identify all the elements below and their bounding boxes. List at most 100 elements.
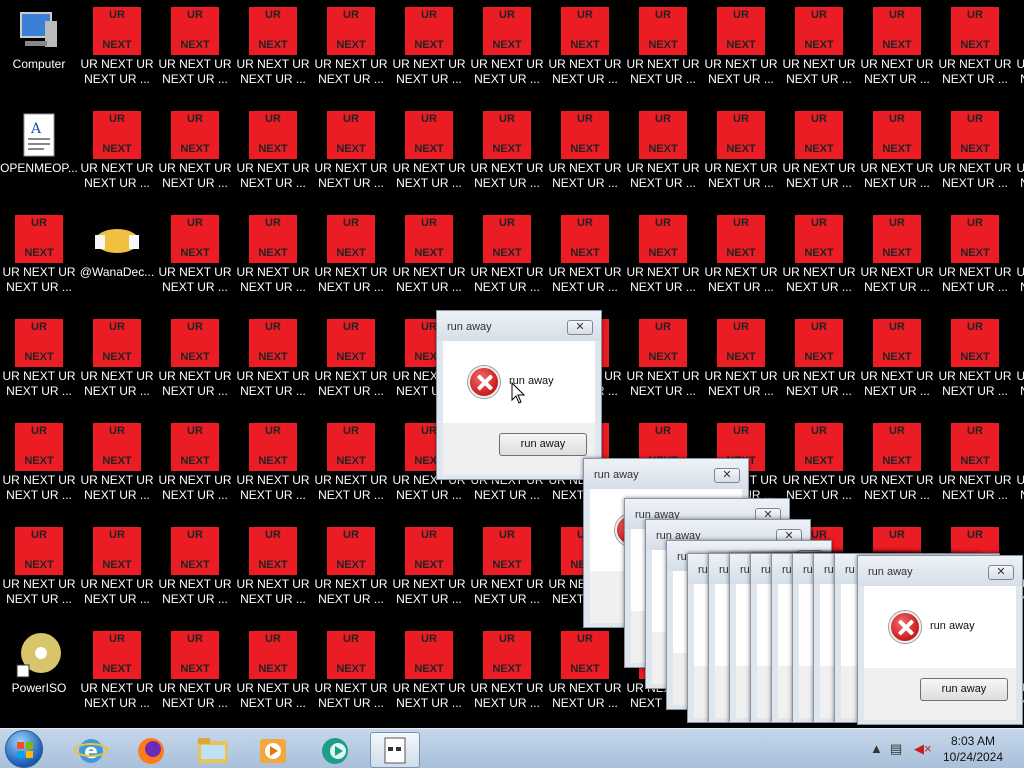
desktop-icon-ur-next[interactable]: URNEXTUR NEXT UR NEXT UR ... bbox=[156, 312, 234, 416]
run-away-button[interactable]: run away bbox=[499, 433, 587, 456]
desktop-icon-ur-next[interactable]: URNEXTUR NEXT UR NEXT UR ... bbox=[546, 624, 624, 728]
desktop-icon-ur-next[interactable]: URNEXTUR NEXT UR NEXT UR ... bbox=[624, 208, 702, 312]
desktop-icon-poweriso[interactable]: PowerISO bbox=[0, 624, 78, 728]
desktop-icon-ur-next[interactable]: URNEXTUR NEXT UR NEXT UR ... bbox=[702, 312, 780, 416]
desktop-icon-ur-next[interactable]: URNEXTUR NEXT UR NEXT UR ... bbox=[234, 520, 312, 624]
taskbar-active-window-button[interactable] bbox=[370, 732, 420, 768]
desktop-icon-ur-next[interactable]: URNEXTUR NEXT UR NEXT UR ... bbox=[78, 104, 156, 208]
desktop-icon-ur-next[interactable]: URNEXTUR NEXT UR NEXT UR ... bbox=[546, 104, 624, 208]
start-button[interactable] bbox=[5, 730, 43, 768]
desktop-icon-ur-next[interactable]: URNEXTUR NEXT UR NEXT UR ... bbox=[312, 0, 390, 104]
desktop-icon-ur-next[interactable]: URNEXTUR NEXT UR NEXT UR ... bbox=[156, 0, 234, 104]
desktop-icon-ur-next[interactable]: URNEXTUR NEXT UR NEXT UR ... bbox=[1014, 208, 1024, 312]
desktop-icon-ur-next[interactable]: URNEXTUR NEXT UR NEXT UR ... bbox=[858, 208, 936, 312]
desktop-icon-ur-next[interactable]: URNEXTUR NEXT UR NEXT UR ... bbox=[234, 0, 312, 104]
ur-next-icon: UR NEXT bbox=[405, 631, 453, 679]
system-clock[interactable]: 8:03 AM 10/24/2024 bbox=[938, 733, 1008, 765]
desktop-icon-ur-next[interactable]: URNEXTUR NEXT UR NEXT UR ... bbox=[156, 416, 234, 520]
dialog-title-bar[interactable]: run away ✕ bbox=[437, 311, 601, 341]
desktop-icon-ur-next[interactable]: URNEXTUR NEXT UR NEXT UR ... bbox=[780, 104, 858, 208]
desktop-icon-ur-next[interactable]: URNEXTUR NEXT UR NEXT UR ... bbox=[546, 208, 624, 312]
desktop-icon-wanadec[interactable]: @WanaDec... bbox=[78, 208, 156, 312]
desktop-icon-ur-next[interactable]: URNEXTUR NEXT UR NEXT UR ... bbox=[156, 208, 234, 312]
desktop-icon-ur-next[interactable]: URNEXTUR NEXT UR NEXT UR ... bbox=[468, 208, 546, 312]
desktop-icon-ur-next[interactable]: URNEXTUR NEXT UR NEXT UR ... bbox=[312, 520, 390, 624]
desktop-icon-ur-next[interactable]: URNEXTUR NEXT UR NEXT UR ... bbox=[936, 0, 1014, 104]
desktop-icon-ur-next[interactable]: URNEXTUR NEXT UR NEXT UR ... bbox=[156, 624, 234, 728]
desktop-icon-ur-next[interactable]: URNEXTUR NEXT UR NEXT UR ... bbox=[546, 0, 624, 104]
taskbar-firefox-button[interactable] bbox=[126, 732, 176, 768]
taskbar-media-button[interactable] bbox=[248, 732, 298, 768]
desktop-icon-ur-next[interactable]: URNEXTUR NEXT UR NEXT UR ... bbox=[624, 104, 702, 208]
desktop-icon-ur-next[interactable]: URNEXTUR NEXT UR NEXT UR ... bbox=[312, 104, 390, 208]
desktop-icon-ur-next[interactable]: URNEXTUR NEXT UR NEXT UR ... bbox=[0, 416, 78, 520]
desktop-icon-ur-next[interactable]: URNEXTUR NEXT UR NEXT UR ... bbox=[702, 104, 780, 208]
desktop-icon-ur-next[interactable]: URNEXTUR NEXT UR NEXT UR ... bbox=[78, 520, 156, 624]
desktop-icon-ur-next[interactable]: URNEXTUR NEXT UR NEXT UR ... bbox=[1014, 0, 1024, 104]
desktop-icon-ur-next[interactable]: URNEXTUR NEXT UR NEXT UR ... bbox=[234, 104, 312, 208]
desktop-icon-ur-next[interactable]: URNEXTUR NEXT UR NEXT UR ... bbox=[780, 312, 858, 416]
desktop-icon-ur-next[interactable]: URNEXTUR NEXT UR NEXT UR ... bbox=[702, 208, 780, 312]
desktop-icon-ur-next[interactable]: URNEXTUR NEXT UR NEXT UR ... bbox=[312, 624, 390, 728]
close-icon[interactable]: ✕ bbox=[567, 320, 593, 335]
desktop-icon-ur-next[interactable]: URNEXTUR NEXT UR NEXT UR ... bbox=[234, 208, 312, 312]
desktop-icon-ur-next[interactable]: URNEXTUR NEXT UR NEXT UR ... bbox=[780, 208, 858, 312]
desktop-icon-ur-next[interactable]: URNEXTUR NEXT UR NEXT UR ... bbox=[624, 0, 702, 104]
desktop-icon-ur-next[interactable]: URNEXTUR NEXT UR NEXT UR ... bbox=[624, 312, 702, 416]
taskbar-explorer-button[interactable] bbox=[188, 732, 238, 768]
desktop-icon-ur-next[interactable]: URNEXTUR NEXT UR NEXT UR ... bbox=[468, 0, 546, 104]
desktop-icon-ur-next[interactable]: URNEXTUR NEXT UR NEXT UR ... bbox=[390, 104, 468, 208]
ur-next-icon-top-text: UR bbox=[889, 113, 905, 125]
desktop-icon-ur-next[interactable]: URNEXTUR NEXT UR NEXT UR ... bbox=[468, 624, 546, 728]
desktop-icon-ur-next[interactable]: URNEXTUR NEXT UR NEXT UR ... bbox=[936, 208, 1014, 312]
desktop-icon-ur-next[interactable]: URNEXTUR NEXT UR NEXT UR ... bbox=[468, 104, 546, 208]
desktop-icon-ur-next[interactable]: URNEXTUR NEXT UR NEXT UR ... bbox=[390, 624, 468, 728]
desktop-icon-ur-next[interactable]: URNEXTUR NEXT UR NEXT UR ... bbox=[702, 0, 780, 104]
desktop-icon-ur-next[interactable]: URNEXTUR NEXT UR NEXT UR ... bbox=[780, 0, 858, 104]
desktop-icon-ur-next[interactable]: URNEXTUR NEXT UR NEXT UR ... bbox=[390, 208, 468, 312]
desktop-icon-ur-next[interactable]: URNEXTUR NEXT UR NEXT UR ... bbox=[156, 104, 234, 208]
network-icon[interactable]: ▤ bbox=[890, 741, 902, 757]
dialog-title-bar[interactable]: run away ✕ bbox=[584, 459, 748, 489]
run-away-dialog[interactable]: run away ✕ run away run away bbox=[857, 555, 1023, 725]
taskbar-ie-button[interactable]: e bbox=[66, 732, 116, 768]
close-icon[interactable]: ✕ bbox=[714, 468, 740, 483]
desktop-icon-ur-next[interactable]: URNEXTUR NEXT UR NEXT UR ... bbox=[78, 624, 156, 728]
desktop-icon-ur-next[interactable]: URNEXTUR NEXT UR NEXT UR ... bbox=[936, 416, 1014, 520]
desktop-icon-ur-next[interactable]: URNEXTUR NEXT UR NEXT UR ... bbox=[78, 312, 156, 416]
show-hidden-icons-icon[interactable]: ▲ bbox=[870, 741, 883, 756]
desktop-icon-ur-next[interactable]: URNEXTUR NEXT UR NEXT UR ... bbox=[312, 208, 390, 312]
desktop-icon-ur-next[interactable]: URNEXTUR NEXT UR NEXT UR ... bbox=[858, 416, 936, 520]
desktop-icon-computer[interactable]: Computer bbox=[0, 0, 78, 104]
close-icon[interactable]: ✕ bbox=[988, 565, 1014, 580]
desktop-icon-ur-next[interactable]: URNEXTUR NEXT UR NEXT UR ... bbox=[390, 0, 468, 104]
desktop-icon-ur-next[interactable]: URNEXTUR NEXT UR NEXT UR ... bbox=[1014, 312, 1024, 416]
desktop-icon-ur-next[interactable]: URNEXTUR NEXT UR NEXT UR ... bbox=[0, 208, 78, 312]
desktop-icon-ur-next[interactable]: URNEXTUR NEXT UR NEXT UR ... bbox=[936, 312, 1014, 416]
run-away-button[interactable]: run away bbox=[920, 678, 1008, 701]
desktop-icon-ur-next[interactable]: URNEXTUR NEXT UR NEXT UR ... bbox=[1014, 416, 1024, 520]
desktop-icon-ur-next[interactable]: URNEXTUR NEXT UR NEXT UR ... bbox=[78, 416, 156, 520]
desktop-icon-ur-next[interactable]: URNEXTUR NEXT UR NEXT UR ... bbox=[858, 312, 936, 416]
taskbar-app-button[interactable] bbox=[310, 732, 360, 768]
desktop-icon-ur-next[interactable]: URNEXTUR NEXT UR NEXT UR ... bbox=[234, 416, 312, 520]
desktop-icon-ur-next[interactable]: URNEXTUR NEXT UR NEXT UR ... bbox=[780, 416, 858, 520]
desktop-icon-ur-next[interactable]: URNEXTUR NEXT UR NEXT UR ... bbox=[1014, 104, 1024, 208]
desktop-icon-ur-next[interactable]: URNEXTUR NEXT UR NEXT UR ... bbox=[390, 520, 468, 624]
ur-next-icon-top-text: UR bbox=[343, 529, 359, 541]
desktop-icon-ur-next[interactable]: URNEXTUR NEXT UR NEXT UR ... bbox=[312, 312, 390, 416]
desktop-icon-ur-next[interactable]: URNEXTUR NEXT UR NEXT UR ... bbox=[858, 0, 936, 104]
desktop-icon-ur-next[interactable]: URNEXTUR NEXT UR NEXT UR ... bbox=[0, 312, 78, 416]
desktop-icon-ur-next[interactable]: URNEXTUR NEXT UR NEXT UR ... bbox=[234, 312, 312, 416]
desktop-icon-openmeop[interactable]: A OPENMEOP... bbox=[0, 104, 78, 208]
desktop-icon-ur-next[interactable]: URNEXTUR NEXT UR NEXT UR ... bbox=[78, 0, 156, 104]
dialog-title-bar[interactable]: run away ✕ bbox=[858, 556, 1022, 586]
desktop-icon-ur-next[interactable]: URNEXTUR NEXT UR NEXT UR ... bbox=[234, 624, 312, 728]
desktop-icon-ur-next[interactable]: URNEXTUR NEXT UR NEXT UR ... bbox=[156, 520, 234, 624]
desktop-icon-ur-next[interactable]: URNEXTUR NEXT UR NEXT UR ... bbox=[0, 520, 78, 624]
volume-muted-icon[interactable]: ◀× bbox=[914, 741, 932, 757]
desktop-icon-ur-next[interactable]: URNEXTUR NEXT UR NEXT UR ... bbox=[312, 416, 390, 520]
desktop-icon-ur-next[interactable]: URNEXTUR NEXT UR NEXT UR ... bbox=[468, 520, 546, 624]
desktop-icon-ur-next[interactable]: URNEXTUR NEXT UR NEXT UR ... bbox=[858, 104, 936, 208]
desktop-icon-ur-next[interactable]: URNEXTUR NEXT UR NEXT UR ... bbox=[936, 104, 1014, 208]
